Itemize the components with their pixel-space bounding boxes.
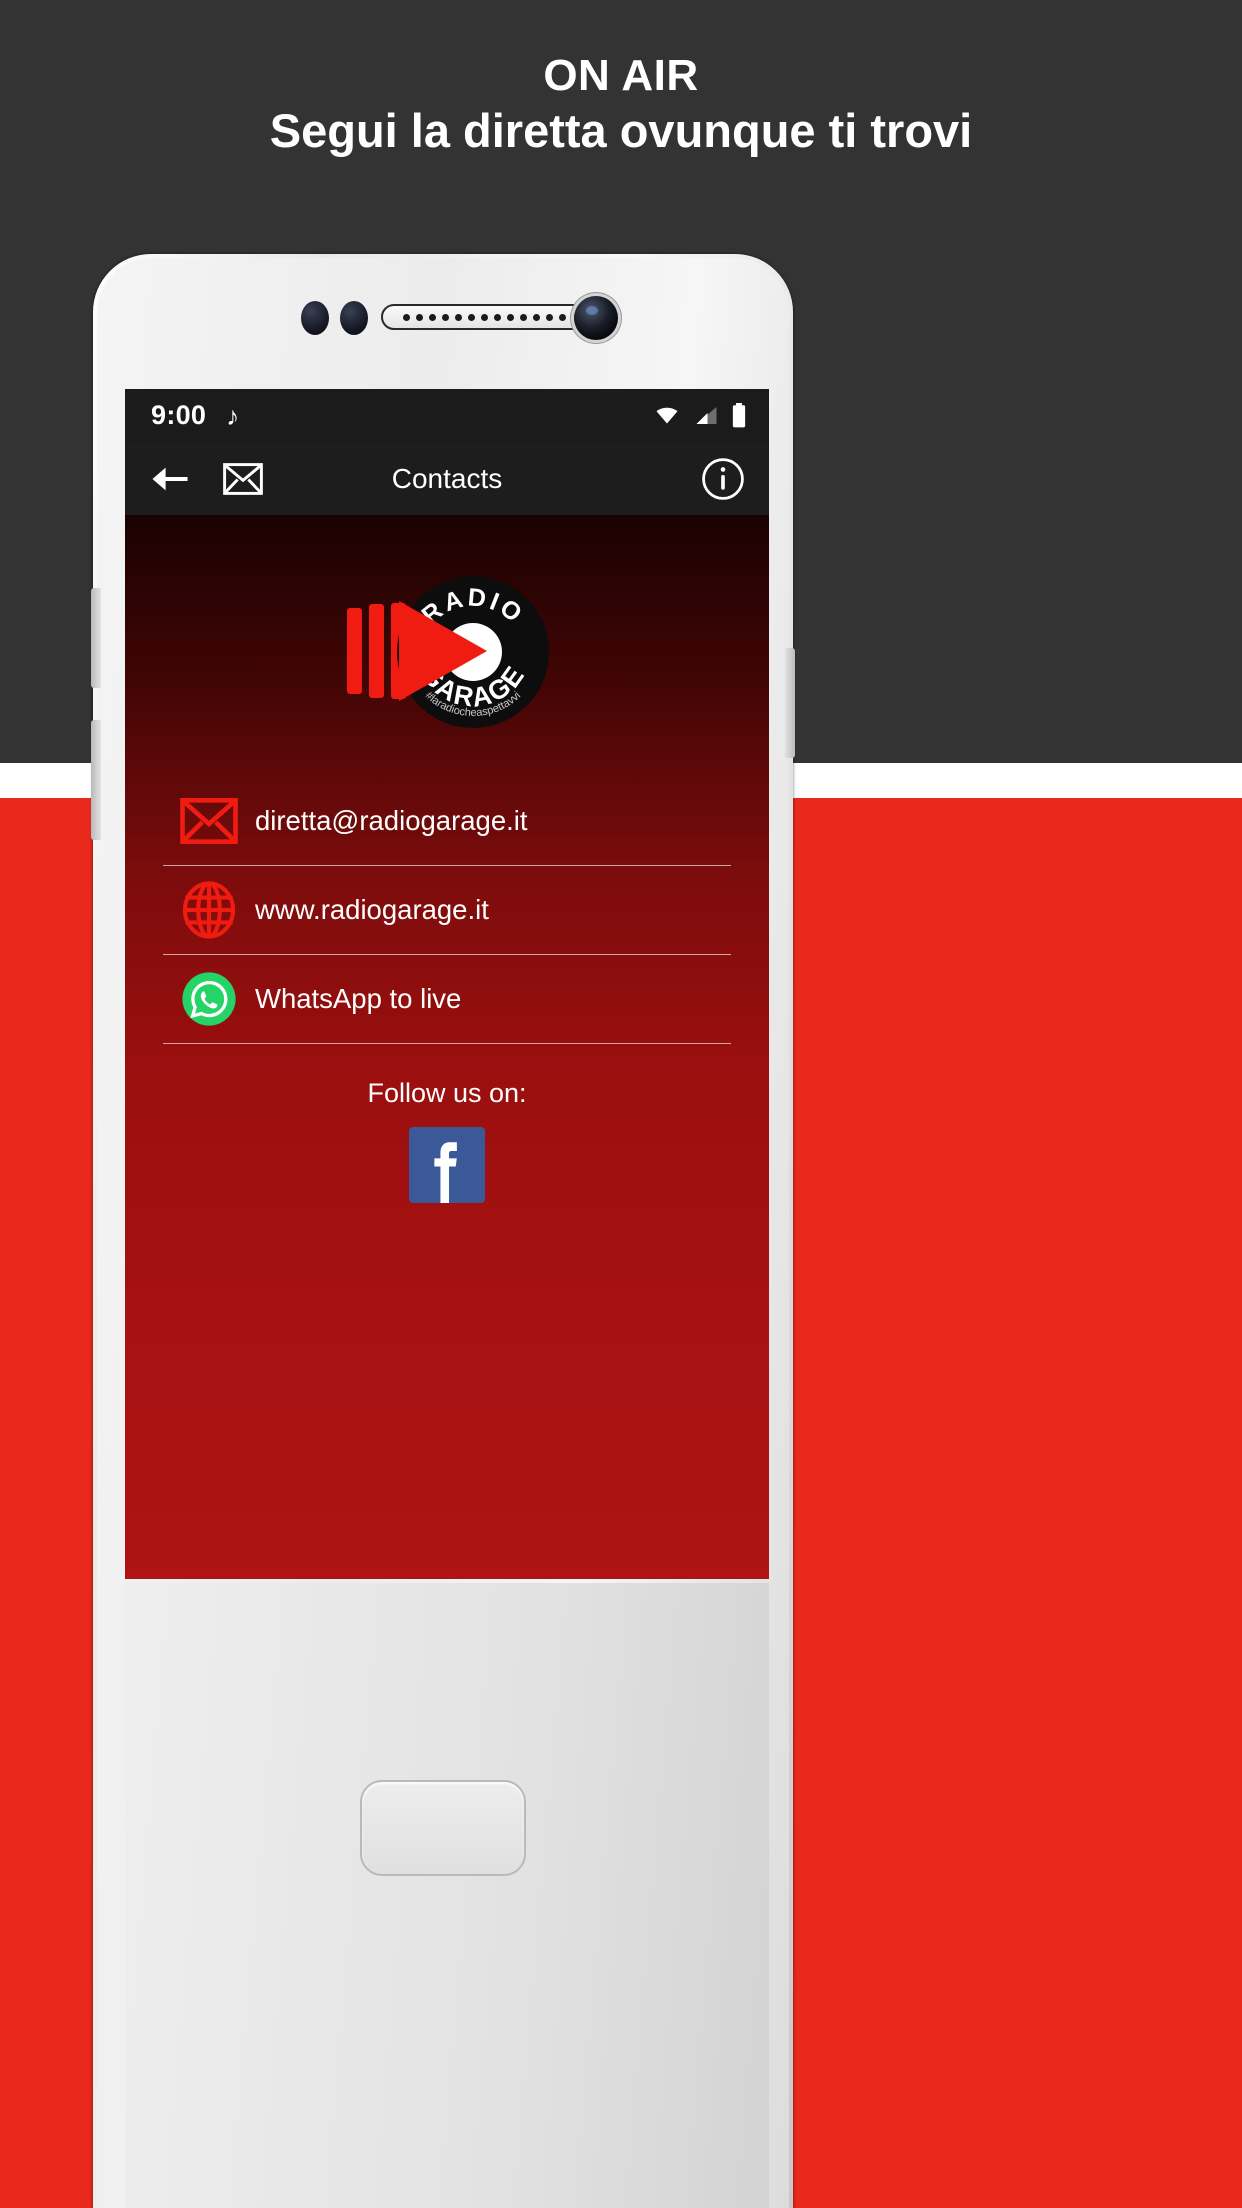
phone-body: 9:00 ♪ Contacts RADIO GARAGE #laradioche… — [91, 258, 795, 2208]
light-sensor — [340, 301, 368, 335]
page-title: Contacts — [391, 462, 503, 494]
contact-label: WhatsApp to live — [255, 983, 462, 1014]
contacts-screen-content: RADIO GARAGE #laradiocheaspettavvi diret… — [125, 515, 769, 1579]
app-bar: Contacts — [125, 442, 769, 515]
proximity-sensor — [301, 301, 329, 335]
back-button[interactable] — [151, 464, 189, 494]
email-icon — [163, 797, 255, 845]
phone-chin — [125, 1583, 769, 2208]
whatsapp-icon — [163, 971, 255, 1027]
arrow-left-icon — [152, 467, 188, 490]
radio-garage-logo: RADIO GARAGE #laradiocheaspettavvi — [125, 567, 769, 737]
follow-us-label: Follow us on: — [367, 1078, 527, 1108]
status-bar: 9:00 ♪ — [125, 389, 769, 442]
contact-row-email[interactable]: diretta@radiogarage.it — [163, 777, 731, 866]
facebook-button[interactable] — [409, 1127, 485, 1203]
contact-label: diretta@radiogarage.it — [255, 805, 528, 836]
envelope-icon — [223, 462, 263, 495]
contact-row-whatsapp[interactable]: WhatsApp to live — [163, 955, 731, 1044]
contact-list: diretta@radiogarage.it www.radiogarage.i… — [163, 777, 731, 1044]
facebook-icon — [434, 1142, 457, 1203]
info-circle-icon — [702, 457, 744, 500]
wifi-icon — [656, 407, 678, 424]
mail-button[interactable] — [223, 462, 263, 495]
side-button-right[interactable] — [785, 648, 795, 758]
power-button[interactable] — [91, 720, 101, 840]
phone-screen: 9:00 ♪ Contacts RADIO GARAGE #laradioche… — [125, 389, 769, 1579]
battery-icon — [732, 403, 746, 428]
music-note-icon: ♪ — [226, 400, 240, 431]
promo-subtitle: Segui la diretta ovunque ti trovi — [269, 104, 973, 157]
earpiece-speaker — [381, 304, 601, 330]
promo-title: ON AIR — [543, 51, 699, 100]
cellular-signal-icon — [696, 407, 717, 424]
front-camera — [574, 296, 618, 340]
phone-mockup: 9:00 ♪ Contacts RADIO GARAGE #laradioche… — [91, 254, 795, 2208]
globe-icon — [163, 881, 255, 939]
home-button[interactable] — [360, 1780, 526, 1876]
contact-label: www.radiogarage.it — [255, 894, 489, 925]
contact-row-website[interactable]: www.radiogarage.it — [163, 866, 731, 955]
status-time: 9:00 — [151, 400, 207, 430]
volume-button[interactable] — [91, 588, 101, 688]
info-button[interactable] — [701, 457, 745, 501]
